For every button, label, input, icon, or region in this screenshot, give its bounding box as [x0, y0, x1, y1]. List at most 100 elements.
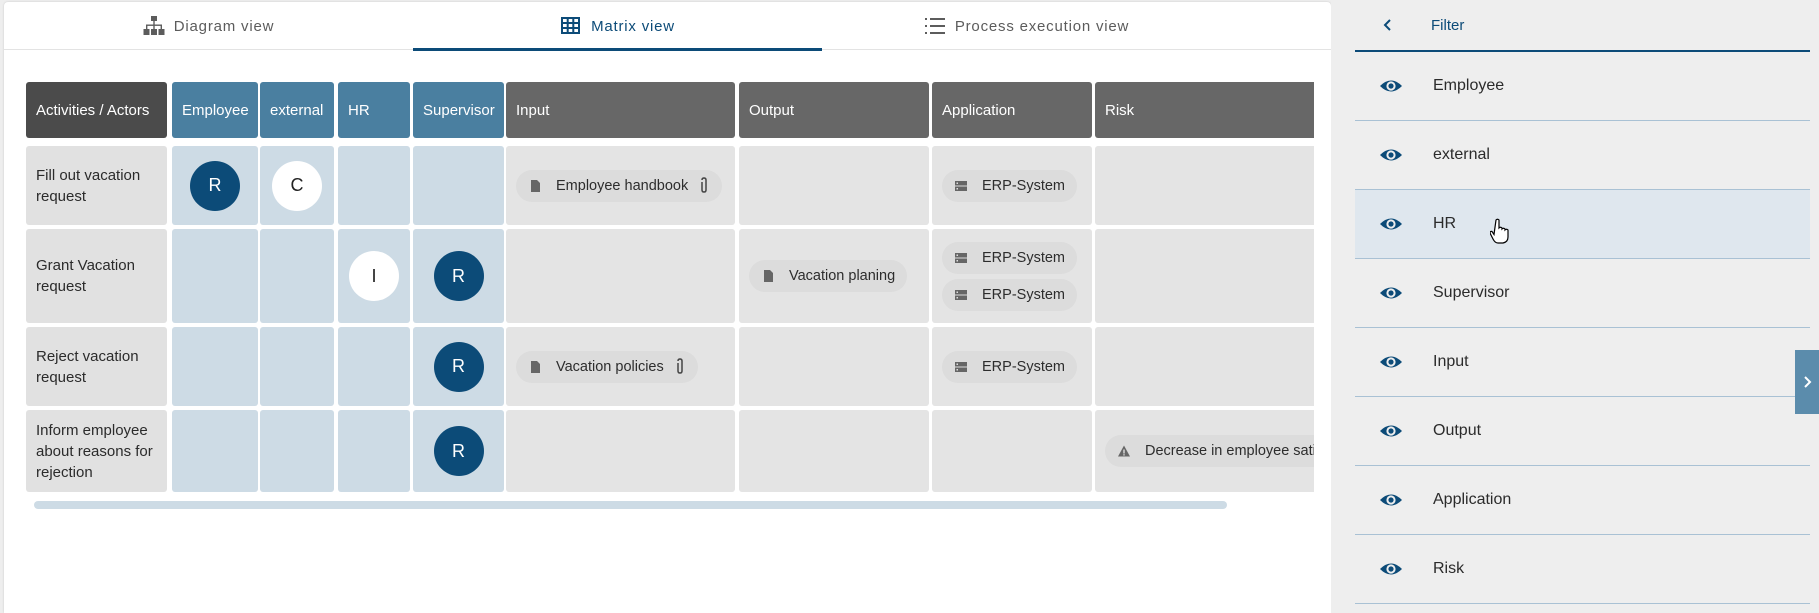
filter-item-label: Input	[1433, 353, 1469, 370]
eye-icon[interactable]	[1379, 212, 1403, 236]
raci-cell[interactable]	[172, 229, 258, 323]
tab-process-execution-view[interactable]: Process execution view	[822, 2, 1231, 50]
tab-label: Diagram view	[173, 17, 275, 35]
column-header-actor[interactable]: Supervisor	[413, 82, 504, 138]
eye-icon[interactable]	[1379, 350, 1403, 374]
object-cell[interactable]	[739, 327, 929, 406]
raci-badge[interactable]: I	[349, 251, 399, 301]
column-header-label: Input	[516, 101, 550, 119]
column-header-label: Activities / Actors	[36, 101, 150, 119]
raci-cell[interactable]: I	[338, 229, 410, 323]
raci-cell[interactable]	[413, 146, 504, 225]
application-chip[interactable]: ERP-System	[942, 241, 1077, 274]
raci-cell[interactable]	[260, 229, 334, 323]
filter-item-label: external	[1433, 146, 1490, 163]
application-chip[interactable]: ERP-System	[942, 350, 1077, 383]
collapse-sidebar-button[interactable]	[1795, 350, 1819, 414]
activity-label[interactable]: Fill out vacation request	[26, 146, 167, 225]
raci-cell[interactable]	[338, 146, 410, 225]
horizontal-scrollbar[interactable]	[34, 501, 1227, 509]
filter-list: Employee external HR Supervisor Input Output A…	[1355, 52, 1810, 604]
object-cell[interactable]: Vacation policies	[506, 327, 735, 406]
activity-label[interactable]: Grant Vacation request	[26, 229, 167, 323]
column-header-input[interactable]: Input	[506, 82, 735, 138]
raci-cell[interactable]	[172, 410, 258, 492]
object-cell[interactable]	[506, 410, 735, 492]
chip-label: ERP-System	[982, 286, 1065, 303]
activity-label[interactable]: Reject vacation request	[26, 327, 167, 406]
risk-chip[interactable]: Decrease in employee satisfaction	[1105, 435, 1314, 467]
object-cell[interactable]	[739, 410, 929, 492]
filter-item-application[interactable]: Application	[1355, 466, 1810, 535]
output-chip[interactable]: Vacation planing	[749, 260, 908, 292]
raci-badge[interactable]: R	[433, 251, 484, 301]
eye-icon[interactable]	[1379, 557, 1403, 581]
filter-item-external[interactable]: external	[1355, 121, 1810, 190]
object-cell[interactable]: ERP-System	[932, 146, 1092, 225]
filter-item-employee[interactable]: Employee	[1355, 52, 1810, 121]
activity-label[interactable]: Inform employee about reasons for reject…	[26, 410, 167, 492]
object-cell[interactable]	[1095, 327, 1314, 406]
eye-icon[interactable]	[1379, 143, 1403, 167]
raci-cell[interactable]	[338, 410, 410, 492]
object-cell[interactable]: ERP-System ERP-System	[932, 229, 1092, 323]
object-cell[interactable]: ERP-System	[932, 327, 1092, 406]
column-header-application[interactable]: Application	[932, 82, 1092, 138]
column-header-actor[interactable]: external	[260, 82, 334, 138]
column-header-label: Risk	[1105, 101, 1135, 119]
tab-label: Matrix view	[591, 17, 675, 35]
filter-item-output[interactable]: Output	[1355, 397, 1810, 466]
raci-cell[interactable]	[172, 327, 258, 406]
filter-item-label: Output	[1433, 422, 1482, 439]
raci-cell[interactable]	[260, 327, 334, 406]
eye-icon[interactable]	[1379, 281, 1403, 305]
filter-item-supervisor[interactable]: Supervisor	[1355, 259, 1810, 328]
object-cell[interactable]	[932, 410, 1092, 492]
column-header-label: Output	[749, 101, 795, 119]
raci-cell[interactable]	[338, 327, 410, 406]
eye-icon[interactable]	[1379, 74, 1403, 98]
back-button[interactable]	[1373, 10, 1403, 40]
application-chip[interactable]: ERP-System	[942, 169, 1077, 202]
raci-badge[interactable]: C	[272, 160, 322, 211]
object-cell[interactable]	[739, 146, 929, 225]
activity-name: Grant Vacation request	[36, 257, 135, 295]
object-cell[interactable]: Employee handbook	[506, 146, 735, 225]
raci-cell[interactable]: R	[413, 229, 504, 323]
object-cell[interactable]: Vacation planing	[739, 229, 929, 323]
raci-badge[interactable]: R	[433, 426, 484, 476]
input-chip[interactable]: Employee handbook	[516, 169, 723, 202]
filter-item-risk[interactable]: Risk	[1355, 535, 1810, 604]
object-cell[interactable]	[506, 229, 735, 323]
column-header-risk[interactable]: Risk	[1095, 82, 1314, 138]
object-cell[interactable]	[1095, 229, 1314, 323]
application-chip[interactable]: ERP-System	[942, 278, 1077, 311]
column-header-output[interactable]: Output	[739, 82, 929, 138]
object-cell[interactable]: Decrease in employee satisfaction	[1095, 410, 1314, 492]
raci-badge[interactable]: R	[433, 341, 484, 392]
raci-cell[interactable]: C	[260, 146, 334, 225]
server-icon	[955, 361, 967, 372]
activity-name: Fill out vacation request	[36, 166, 141, 205]
filter-item-hr[interactable]: HR	[1355, 190, 1810, 259]
chip-label: Vacation planing	[789, 268, 896, 284]
filter-item-input[interactable]: Input	[1355, 328, 1810, 397]
raci-cell[interactable]	[260, 410, 334, 492]
raci-cell[interactable]: R	[413, 327, 504, 406]
column-header-actor[interactable]: HR	[338, 82, 410, 138]
eye-icon[interactable]	[1379, 419, 1403, 443]
hand-cursor-icon	[1490, 218, 1509, 244]
input-chip[interactable]: Vacation policies	[516, 350, 698, 383]
attachment-icon	[701, 176, 707, 193]
column-header-label: Application	[942, 101, 1016, 119]
raci-cell[interactable]: R	[413, 410, 504, 492]
tab-matrix-view[interactable]: Matrix view	[413, 2, 822, 51]
tab-diagram-view[interactable]: Diagram view	[4, 2, 413, 50]
eye-icon[interactable]	[1379, 488, 1403, 512]
chip-label: Vacation policies	[556, 358, 664, 375]
document-icon	[531, 360, 540, 373]
raci-badge[interactable]: R	[190, 160, 240, 211]
raci-cell[interactable]: R	[172, 146, 258, 225]
column-header-actor[interactable]: Employee	[172, 82, 258, 138]
object-cell[interactable]	[1095, 146, 1314, 225]
